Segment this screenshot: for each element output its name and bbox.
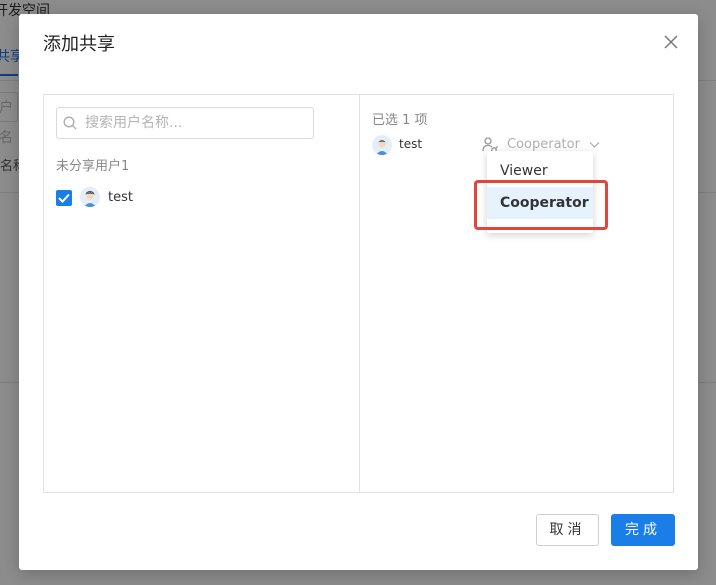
done-button[interactable]: 完成 <box>611 514 675 546</box>
unshared-users-pane: 未分享用户1 test <box>44 95 360 492</box>
role-dropdown-menu: Viewer Cooperator <box>487 151 593 233</box>
close-icon[interactable] <box>661 32 681 52</box>
avatar <box>372 135 392 155</box>
cancel-button[interactable]: 取消 <box>536 514 599 546</box>
role-option-viewer[interactable]: Viewer <box>487 155 593 187</box>
role-select[interactable]: Cooperator <box>507 137 580 152</box>
unshared-users-label: 未分享用户1 <box>56 159 130 174</box>
search-box[interactable] <box>56 107 314 139</box>
search-icon <box>63 116 77 130</box>
user-checkbox[interactable] <box>56 190 72 206</box>
avatar <box>80 187 100 207</box>
search-input[interactable] <box>85 112 305 134</box>
add-share-dialog: 添加共享 未分享用户1 <box>19 14 698 570</box>
chevron-down-icon[interactable] <box>589 141 600 149</box>
selected-count-label: 已选 1 项 <box>372 113 428 128</box>
user-name: test <box>108 190 133 205</box>
dialog-title: 添加共享 <box>43 34 115 55</box>
user-name: test <box>399 137 423 151</box>
role-option-cooperator[interactable]: Cooperator <box>487 187 593 219</box>
list-item[interactable]: test <box>56 187 316 209</box>
